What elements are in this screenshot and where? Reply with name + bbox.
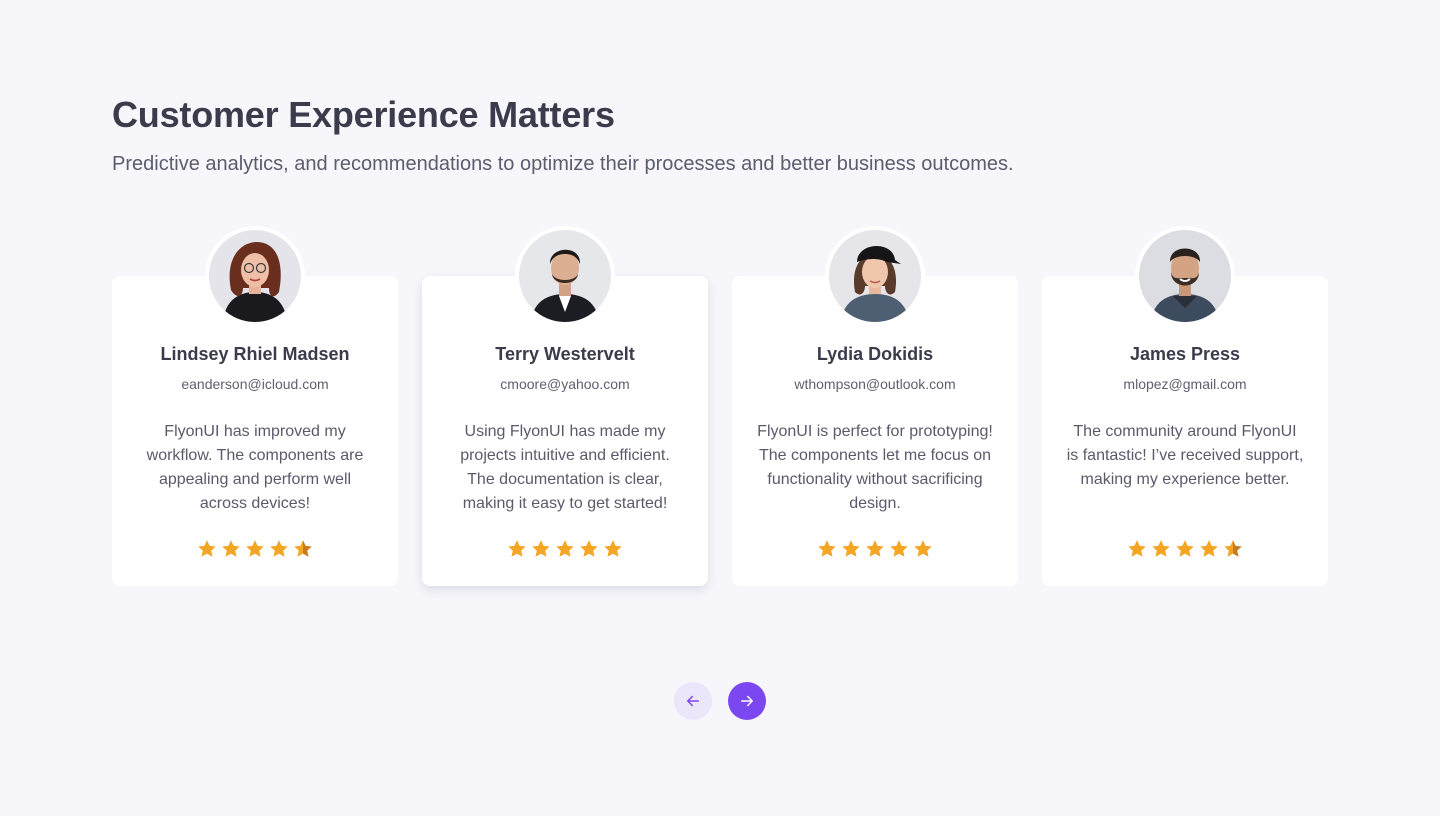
star-full-icon <box>508 540 526 557</box>
testimonial-card: Lydia Dokidis wthompson@outlook.com Flyo… <box>732 226 1018 586</box>
avatar <box>1135 226 1235 326</box>
avatar-woman-glasses-image <box>209 230 301 322</box>
testimonial-email: eanderson@icloud.com <box>181 376 329 392</box>
testimonial-email: cmoore@yahoo.com <box>500 376 630 392</box>
star-full-icon <box>1200 540 1218 557</box>
testimonials-section: Customer Experience Matters Predictive a… <box>0 0 1440 816</box>
star-full-icon <box>198 540 216 557</box>
star-full-icon <box>1176 540 1194 557</box>
testimonial-email: mlopez@gmail.com <box>1123 376 1247 392</box>
testimonial-email: wthompson@outlook.com <box>794 376 956 392</box>
rating-stars <box>422 538 708 560</box>
carousel-prev-button[interactable] <box>674 682 712 720</box>
arrow-right-icon <box>741 695 753 707</box>
star-full-icon <box>270 540 288 557</box>
star-full-icon <box>532 540 550 557</box>
testimonial-name: Lindsey Rhiel Madsen <box>160 344 350 364</box>
star-full-icon <box>1152 540 1170 557</box>
testimonial-quote: The community around FlyonUI is fantasti… <box>1066 423 1304 488</box>
testimonial-card: Terry Westervelt cmoore@yahoo.com Using … <box>422 226 708 586</box>
avatar-man-beard-image <box>1139 230 1231 322</box>
section-title: Customer Experience Matters <box>112 94 615 135</box>
avatar-man-suit-image <box>519 230 611 322</box>
carousel-nav <box>674 682 766 720</box>
avatar <box>515 226 615 326</box>
star-full-icon <box>580 540 598 557</box>
star-full-icon <box>914 540 932 557</box>
section-subtitle: Predictive analytics, and recommendation… <box>112 153 1014 175</box>
star-full-icon <box>222 540 240 557</box>
star-full-icon <box>866 540 884 557</box>
avatar <box>825 226 925 326</box>
testimonial-name: Terry Westervelt <box>495 344 635 364</box>
rating-stars <box>112 538 398 560</box>
testimonial-name: Lydia Dokidis <box>816 344 934 364</box>
testimonial-quote: Using FlyonUI has made my projects intui… <box>460 423 670 512</box>
star-full-icon <box>604 540 622 557</box>
testimonial-quote: FlyonUI has improved my workflow. The co… <box>146 423 364 512</box>
testimonial-card: James Press mlopez@gmail.com The communi… <box>1042 226 1328 586</box>
star-full-icon <box>890 540 908 557</box>
star-full-icon <box>842 540 860 557</box>
star-half-icon <box>1224 540 1242 557</box>
star-full-icon <box>556 540 574 557</box>
testimonial-card: Lindsey Rhiel Madsen eanderson@icloud.co… <box>112 226 398 586</box>
testimonial-quote: FlyonUI is perfect for prototyping! The … <box>757 423 993 512</box>
star-full-icon <box>818 540 836 557</box>
testimonial-name: James Press <box>1129 344 1241 364</box>
star-full-icon <box>246 540 264 557</box>
avatar-woman-cap-image <box>829 230 921 322</box>
avatar <box>205 226 305 326</box>
star-full-icon <box>1128 540 1146 557</box>
carousel-next-button[interactable] <box>728 682 766 720</box>
arrow-left-icon <box>687 695 699 707</box>
star-half-icon <box>294 540 312 557</box>
rating-stars <box>1042 538 1328 560</box>
rating-stars <box>732 538 1018 560</box>
testimonial-cards: Lindsey Rhiel Madsen eanderson@icloud.co… <box>112 226 1328 586</box>
